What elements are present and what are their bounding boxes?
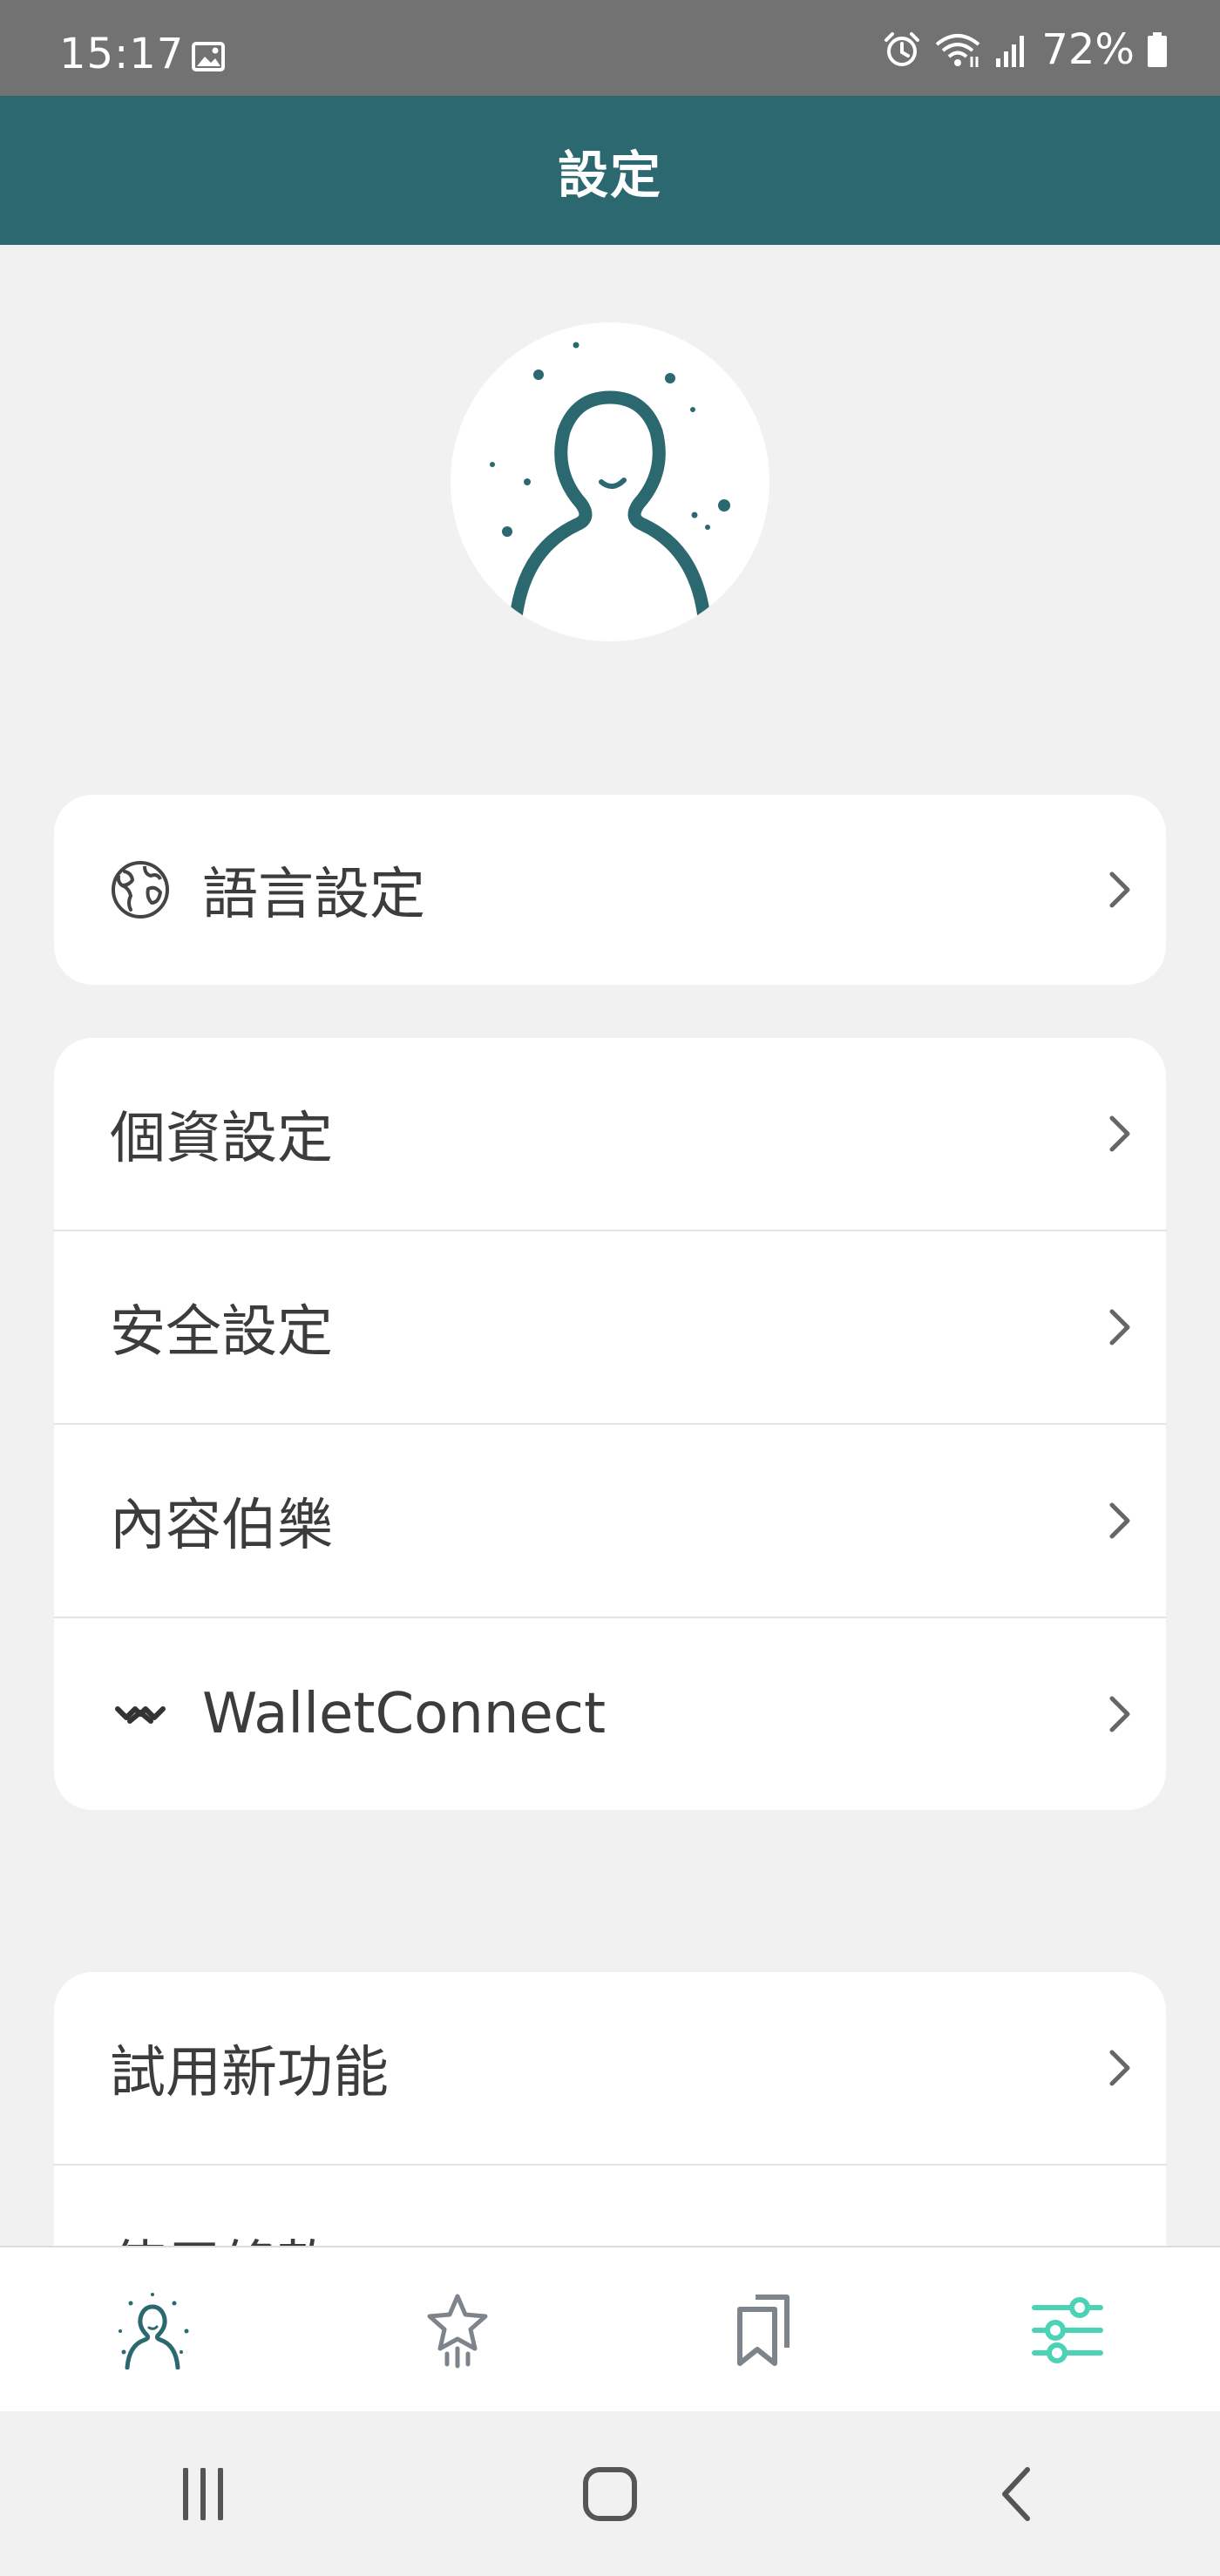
chevron-right-icon [1109, 1696, 1130, 1732]
try-new-features-label: 試用新功能 [110, 2041, 389, 2105]
personal-info-settings-label: 個資設定 [110, 1107, 333, 1171]
content-scout-label: 內容伯樂 [110, 1494, 333, 1558]
recent-apps-button[interactable] [151, 2442, 255, 2546]
chevron-right-icon [1109, 1309, 1130, 1346]
bottom-navigation [0, 2246, 1220, 2413]
chevron-right-icon [1109, 1502, 1130, 1539]
home-button[interactable] [558, 2442, 662, 2546]
system-navigation-bar [0, 2411, 1220, 2576]
status-bar: 15:17 72% [0, 0, 1220, 96]
page-title: 設定 [557, 145, 662, 205]
try-new-features-item[interactable]: 試用新功能 [54, 1972, 1166, 2166]
content-scout-item[interactable]: 內容伯樂 [54, 1425, 1166, 1618]
language-settings-item[interactable]: 語言設定 [54, 795, 1166, 985]
person-illustration-icon [490, 342, 730, 641]
app-header: 設定 [0, 96, 1220, 245]
back-icon [1001, 2466, 1030, 2521]
walletconnect-icon [110, 1684, 171, 1745]
walletconnect-label: WalletConnect [202, 1682, 607, 1746]
personal-info-settings-item[interactable]: 個資設定 [54, 1038, 1166, 1231]
home-icon [582, 2466, 637, 2521]
wifi-icon [936, 34, 980, 67]
nav-favorites[interactable] [305, 2247, 610, 2413]
person-icon [119, 2293, 189, 2369]
battery-percent: 72% [1041, 25, 1135, 74]
chevron-right-icon [1109, 2050, 1130, 2086]
gallery-icon [192, 42, 225, 71]
language-card: 語言設定 [54, 795, 1166, 985]
account-settings-card: 個資設定 安全設定 內容伯樂 WalletConnect [54, 1038, 1166, 1810]
back-button[interactable] [965, 2442, 1069, 2546]
globe-icon [110, 859, 171, 920]
sliders-icon [1032, 2297, 1103, 2363]
star-icon [427, 2294, 488, 2369]
chevron-right-icon [1109, 1115, 1130, 1152]
nav-bookmarks[interactable] [610, 2247, 915, 2413]
signal-icon [996, 36, 1025, 67]
recent-apps-icon [183, 2467, 224, 2520]
security-settings-label: 安全設定 [110, 1300, 333, 1365]
nav-profile[interactable] [0, 2247, 305, 2413]
alarm-icon [884, 32, 920, 66]
language-settings-label: 語言設定 [202, 863, 425, 927]
security-settings-item[interactable]: 安全設定 [54, 1231, 1166, 1425]
chevron-right-icon [1109, 871, 1130, 908]
nav-settings[interactable] [915, 2247, 1220, 2413]
screen: 15:17 72% 設定 語言設定 個資設定 安全設定 內容伯樂 WalletC… [0, 0, 1220, 2576]
bookmarks-icon [737, 2295, 790, 2366]
status-icons: 72% [883, 25, 1168, 74]
status-time: 15:17 [59, 30, 185, 78]
avatar[interactable] [451, 322, 769, 641]
walletconnect-item[interactable]: WalletConnect [54, 1618, 1166, 1810]
battery-icon [1148, 32, 1167, 67]
